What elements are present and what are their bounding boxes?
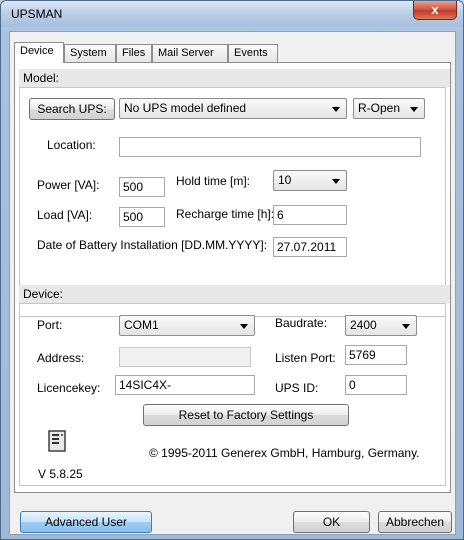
ups-model-select[interactable]: No UPS model defined	[119, 98, 347, 119]
close-button[interactable]: x	[413, 1, 457, 20]
tab-mail-server[interactable]: Mail Server	[152, 44, 228, 62]
device-section-title: Device:	[19, 285, 450, 303]
hold-time-label: Hold time [m]:	[176, 174, 251, 188]
tab-system[interactable]: System	[64, 44, 116, 62]
dialog-client: Device System Files Mail Server Events M…	[9, 31, 456, 535]
baudrate-value: 2400	[350, 318, 377, 332]
copyright-text: © 1995-2011 Generex GmbH, Hamburg, Germa…	[149, 446, 420, 460]
listen-port-label: Listen Port:	[275, 351, 336, 365]
load-label: Load [VA]:	[37, 208, 93, 222]
baudrate-select[interactable]: 2400	[345, 315, 417, 336]
licencekey-input[interactable]: 14SIC4X-	[115, 375, 255, 395]
ups-id-input[interactable]: 0	[345, 375, 407, 395]
address-label: Address:	[37, 351, 85, 365]
ok-button[interactable]: OK	[293, 511, 370, 533]
recharge-time-label: Recharge time [h]:	[176, 207, 275, 221]
chevron-down-icon	[402, 324, 410, 329]
listen-port-input[interactable]: 5769	[345, 345, 407, 365]
chevron-down-icon	[332, 107, 340, 112]
licencekey-label: Licencekey:	[37, 381, 101, 395]
hold-time-select[interactable]: 10	[273, 170, 347, 191]
port-value: COM1	[124, 318, 159, 332]
tab-files[interactable]: Files	[116, 44, 152, 62]
ups-id-label: UPS ID:	[275, 381, 319, 395]
battery-date-label: Date of Battery Installation [DD.MM.YYYY…	[37, 238, 268, 252]
window-title: UPSMAN	[11, 7, 63, 21]
battery-date-input[interactable]: 27.07.2011	[273, 237, 347, 257]
upsman-window: UPSMAN x Device System Files Mail Server…	[0, 0, 464, 540]
chevron-down-icon	[240, 324, 248, 329]
port-select[interactable]: COM1	[119, 315, 255, 336]
ups-device-icon	[48, 430, 66, 452]
cancel-button[interactable]: Abbrechen	[378, 511, 452, 533]
mode-value: R-Open	[358, 101, 401, 115]
recharge-time-input[interactable]: 6	[273, 205, 347, 225]
hold-time-value: 10	[278, 173, 292, 187]
port-label: Port:	[37, 318, 63, 332]
reset-factory-button[interactable]: Reset to Factory Settings	[143, 404, 349, 426]
load-input[interactable]: 500	[119, 207, 165, 227]
device-tab-panel: Model: Search UPS: No UPS model defined …	[14, 62, 451, 493]
mode-select[interactable]: R-Open	[353, 98, 425, 119]
chevron-down-icon	[332, 179, 340, 184]
model-group-frame	[19, 87, 446, 317]
location-label: Location:	[47, 138, 96, 152]
title-bar[interactable]: UPSMAN x	[1, 1, 463, 27]
location-input[interactable]	[119, 137, 421, 157]
power-input[interactable]: 500	[119, 177, 165, 197]
baudrate-label: Baudrate:	[275, 316, 328, 330]
address-input	[119, 347, 251, 367]
model-section-title: Model:	[19, 69, 450, 87]
chevron-down-icon	[410, 107, 418, 112]
version-text: V 5.8.25	[38, 467, 83, 481]
tab-device[interactable]: Device	[14, 42, 64, 63]
tab-events[interactable]: Events	[228, 44, 278, 62]
advanced-user-button[interactable]: Advanced User	[20, 511, 152, 533]
power-label: Power [VA]:	[37, 178, 100, 192]
search-ups-button[interactable]: Search UPS:	[29, 98, 115, 120]
ups-model-value: No UPS model defined	[124, 101, 247, 115]
